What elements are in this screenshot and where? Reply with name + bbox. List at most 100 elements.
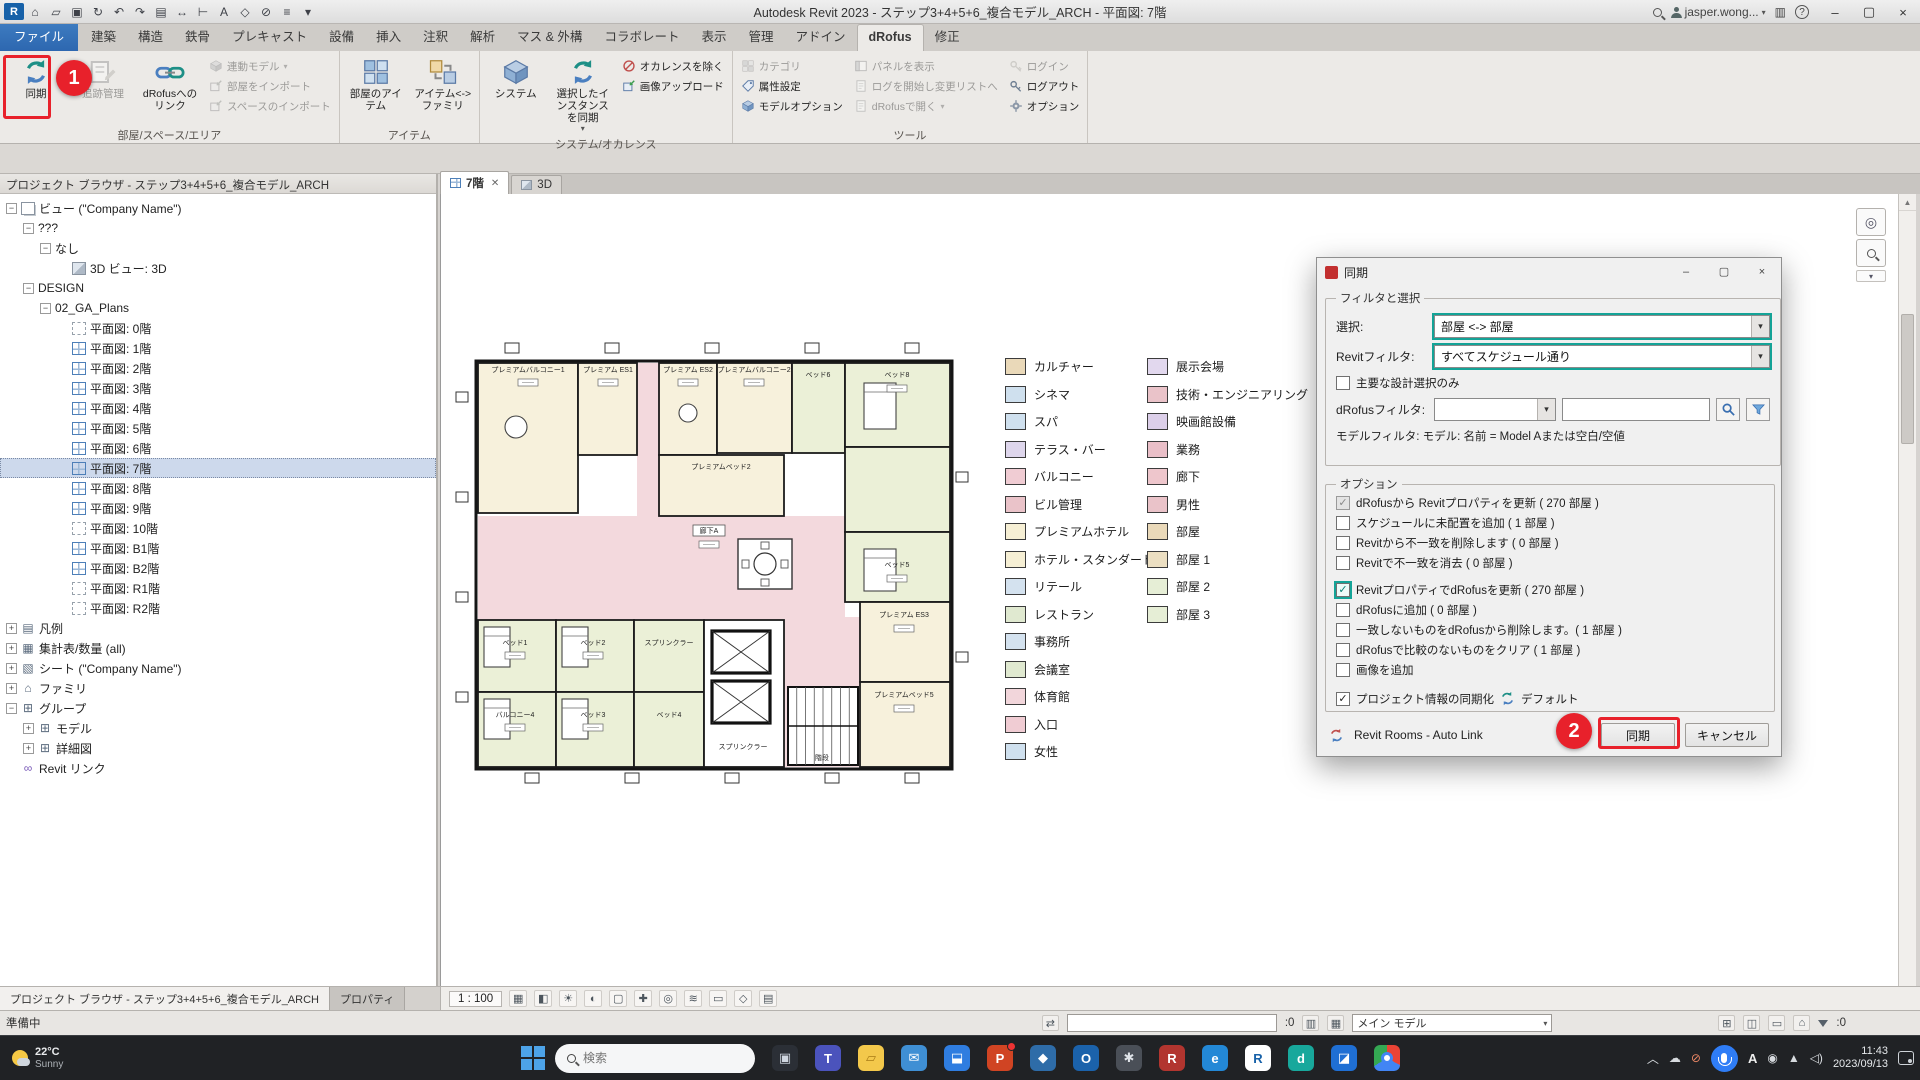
option-row[interactable]: Revitから不一致を削除します ( 0 部屋 ) (1336, 534, 1764, 551)
ribbon-button-システム[interactable]: システム (484, 53, 548, 135)
option-row[interactable]: Revitで不一致を消去 ( 0 部屋 ) (1336, 554, 1764, 571)
redo-icon[interactable]: ↷ (130, 2, 150, 21)
worksets-icon[interactable]: ⇄ (1042, 1015, 1059, 1031)
thin-lines-icon[interactable]: ≡ (277, 2, 297, 21)
taskbar-clock[interactable]: 11:43 2023/09/13 (1833, 1045, 1888, 1071)
taskbar-app-revit[interactable]: R (1245, 1045, 1271, 1071)
tree-item-平面図: 10階[interactable]: 平面図: 10階 (0, 518, 436, 538)
section-icon[interactable]: ⊘ (256, 2, 276, 21)
ribbon-tab-鉄骨[interactable]: 鉄骨 (174, 21, 221, 51)
option-row[interactable]: dRofusから Revitプロパティを更新 ( 270 部屋 ) (1336, 494, 1764, 511)
tree-item-グループ[interactable]: −⊞グループ (0, 698, 436, 718)
tree-item-なし[interactable]: −なし (0, 238, 436, 258)
ribbon-tab-建築[interactable]: 建築 (80, 21, 127, 51)
tree-expander-icon[interactable]: − (6, 703, 17, 714)
taskbar-app-edge[interactable]: e (1202, 1045, 1228, 1071)
option-checkbox[interactable] (1336, 536, 1350, 550)
home-icon[interactable]: ⌂ (25, 2, 45, 21)
sun-path-icon[interactable]: ☀ (559, 990, 577, 1007)
tree-item-平面図: 3階[interactable]: 平面図: 3階 (0, 378, 436, 398)
dialog-sync-button[interactable]: 同期 (1601, 723, 1675, 747)
tree-item-02_GA_Plans[interactable]: −02_GA_Plans (0, 298, 436, 318)
taskbar-app-file-explorer[interactable]: ▱ (858, 1045, 884, 1071)
taskbar-app-teams[interactable]: T (815, 1045, 841, 1071)
ribbon-tab-dRofus[interactable]: dRofus (857, 24, 924, 51)
taskbar-app-defender[interactable]: ◆ (1030, 1045, 1056, 1071)
tree-item-平面図: 7階[interactable]: 平面図: 7階 (0, 458, 436, 478)
ribbon-tab-挿入[interactable]: 挿入 (365, 21, 412, 51)
tree-expander-icon[interactable]: − (40, 303, 51, 314)
option-checkbox[interactable] (1336, 663, 1350, 677)
selection-combo[interactable]: 部屋 <-> 部屋▾ (1434, 315, 1770, 338)
option-checkbox[interactable] (1336, 643, 1350, 657)
ribbon-tab-設備[interactable]: 設備 (318, 21, 365, 51)
ime-indicator[interactable]: A (1748, 1051, 1757, 1066)
panel-tab-project-browser[interactable]: プロジェクト ブラウザ - ステップ3+4+5+6_複合モデル_ARCH (0, 987, 330, 1010)
measure-icon[interactable]: ↔ (172, 2, 192, 21)
option-row[interactable]: dRofusに追加 ( 0 部屋 ) (1336, 601, 1764, 618)
tree-item-3D ビュー: 3D[interactable]: 3D ビュー: 3D (0, 258, 436, 278)
option-checkbox[interactable] (1336, 556, 1350, 570)
temporary-hide-icon[interactable]: ◎ (659, 990, 677, 1007)
detail-level-icon[interactable]: ▦ (509, 990, 527, 1007)
view-scale[interactable]: 1 : 100 (449, 991, 502, 1007)
tree-item-集計表/数量 (all)[interactable]: +▦集計表/数量 (all) (0, 638, 436, 658)
tree-item-ビュー ("Company Name")[interactable]: −ビュー ("Company Name") (0, 198, 436, 218)
close-icon[interactable]: ✕ (491, 178, 499, 189)
3d-view-icon[interactable]: ◇ (235, 2, 255, 21)
tree-item-平面図: 0階[interactable]: 平面図: 0階 (0, 318, 436, 338)
ribbon-button-オプション[interactable]: オプション (1005, 97, 1084, 115)
crop-region-icon[interactable]: ✚ (634, 990, 652, 1007)
taskbar-app-chrome[interactable] (1374, 1045, 1400, 1071)
tree-expander-icon[interactable]: + (6, 683, 17, 694)
tree-item-平面図: 5階[interactable]: 平面図: 5階 (0, 418, 436, 438)
tree-item-詳細図[interactable]: +⊞詳細図 (0, 738, 436, 758)
taskbar-app-photos[interactable]: ◪ (1331, 1045, 1357, 1071)
drofus-filter-edit-button[interactable] (1746, 398, 1770, 421)
tree-item-平面図: 2階[interactable]: 平面図: 2階 (0, 358, 436, 378)
dialog-maximize-button[interactable]: ▢ (1705, 258, 1743, 285)
press-drag-icon[interactable]: ◫ (1743, 1015, 1760, 1031)
window-minimize-button[interactable]: – (1818, 1, 1852, 24)
print-icon[interactable]: ▤ (151, 2, 171, 21)
taskbar-app-mail[interactable]: ✉ (901, 1045, 927, 1071)
scrollbar-thumb[interactable] (1901, 314, 1914, 444)
tree-expander-icon[interactable]: + (23, 743, 34, 754)
option-row[interactable]: RevitプロパティでdRofusを更新 ( 270 部屋 ) (1336, 581, 1764, 598)
view-tab-7階[interactable]: 7階✕ (440, 171, 509, 194)
exclude-options-icon[interactable]: ⊞ (1718, 1015, 1735, 1031)
tree-item-平面図: 6階[interactable]: 平面図: 6階 (0, 438, 436, 458)
drofus-filter-combo[interactable]: ▾ (1434, 398, 1556, 421)
project-info-sync-checkbox[interactable] (1336, 692, 1350, 706)
view-tab-3D[interactable]: 3D (511, 175, 562, 194)
ribbon-button-アイテム<->ファミリ[interactable]: アイテム<->ファミリ (411, 53, 475, 126)
navigation-expand-icon[interactable]: ▾ (1856, 270, 1886, 282)
option-checkbox[interactable] (1336, 603, 1350, 617)
search-icon[interactable] (1653, 8, 1662, 17)
tree-item-???[interactable]: −??? (0, 218, 436, 238)
drofus-filter-input[interactable] (1562, 398, 1710, 421)
tree-expander-icon[interactable]: + (6, 663, 17, 674)
ribbon-tab-構造[interactable]: 構造 (127, 21, 174, 51)
user-account-menu[interactable]: jasper.wong...▾ (1671, 5, 1766, 19)
sync-error-icon[interactable]: ⊘ (1691, 1051, 1701, 1065)
option-checkbox[interactable] (1336, 583, 1350, 597)
ribbon-tab-アドイン[interactable]: アドイン (784, 21, 856, 51)
project-browser-header[interactable]: プロジェクト ブラウザ - ステップ3+4+5+6_複合モデル_ARCH (0, 174, 436, 194)
steering-wheel-icon[interactable]: ◎ (1856, 208, 1886, 236)
user-presence-icon[interactable]: ◉ (1767, 1051, 1777, 1065)
revit-logo[interactable]: R (4, 3, 24, 20)
tray-chevron-icon[interactable]: ︿ (1647, 1050, 1659, 1067)
select-pin-icon[interactable]: ⌂ (1793, 1015, 1810, 1031)
reveal-hidden-icon[interactable]: ≋ (684, 990, 702, 1007)
onedrive-icon[interactable]: ☁ (1669, 1051, 1681, 1065)
dialog-close-button[interactable]: × (1743, 258, 1781, 285)
tree-item-モデル[interactable]: +⊞モデル (0, 718, 436, 738)
option-row[interactable]: 画像を追加 (1336, 661, 1764, 678)
tree-item-平面図: 9階[interactable]: 平面図: 9階 (0, 498, 436, 518)
option-row[interactable]: dRofusで比較のないものをクリア ( 1 部屋 ) (1336, 641, 1764, 658)
save-icon[interactable]: ▣ (67, 2, 87, 21)
tree-item-シート ("Company Name")[interactable]: +▧シート ("Company Name") (0, 658, 436, 678)
workset-field[interactable] (1067, 1014, 1277, 1032)
option-checkbox[interactable] (1336, 496, 1350, 510)
